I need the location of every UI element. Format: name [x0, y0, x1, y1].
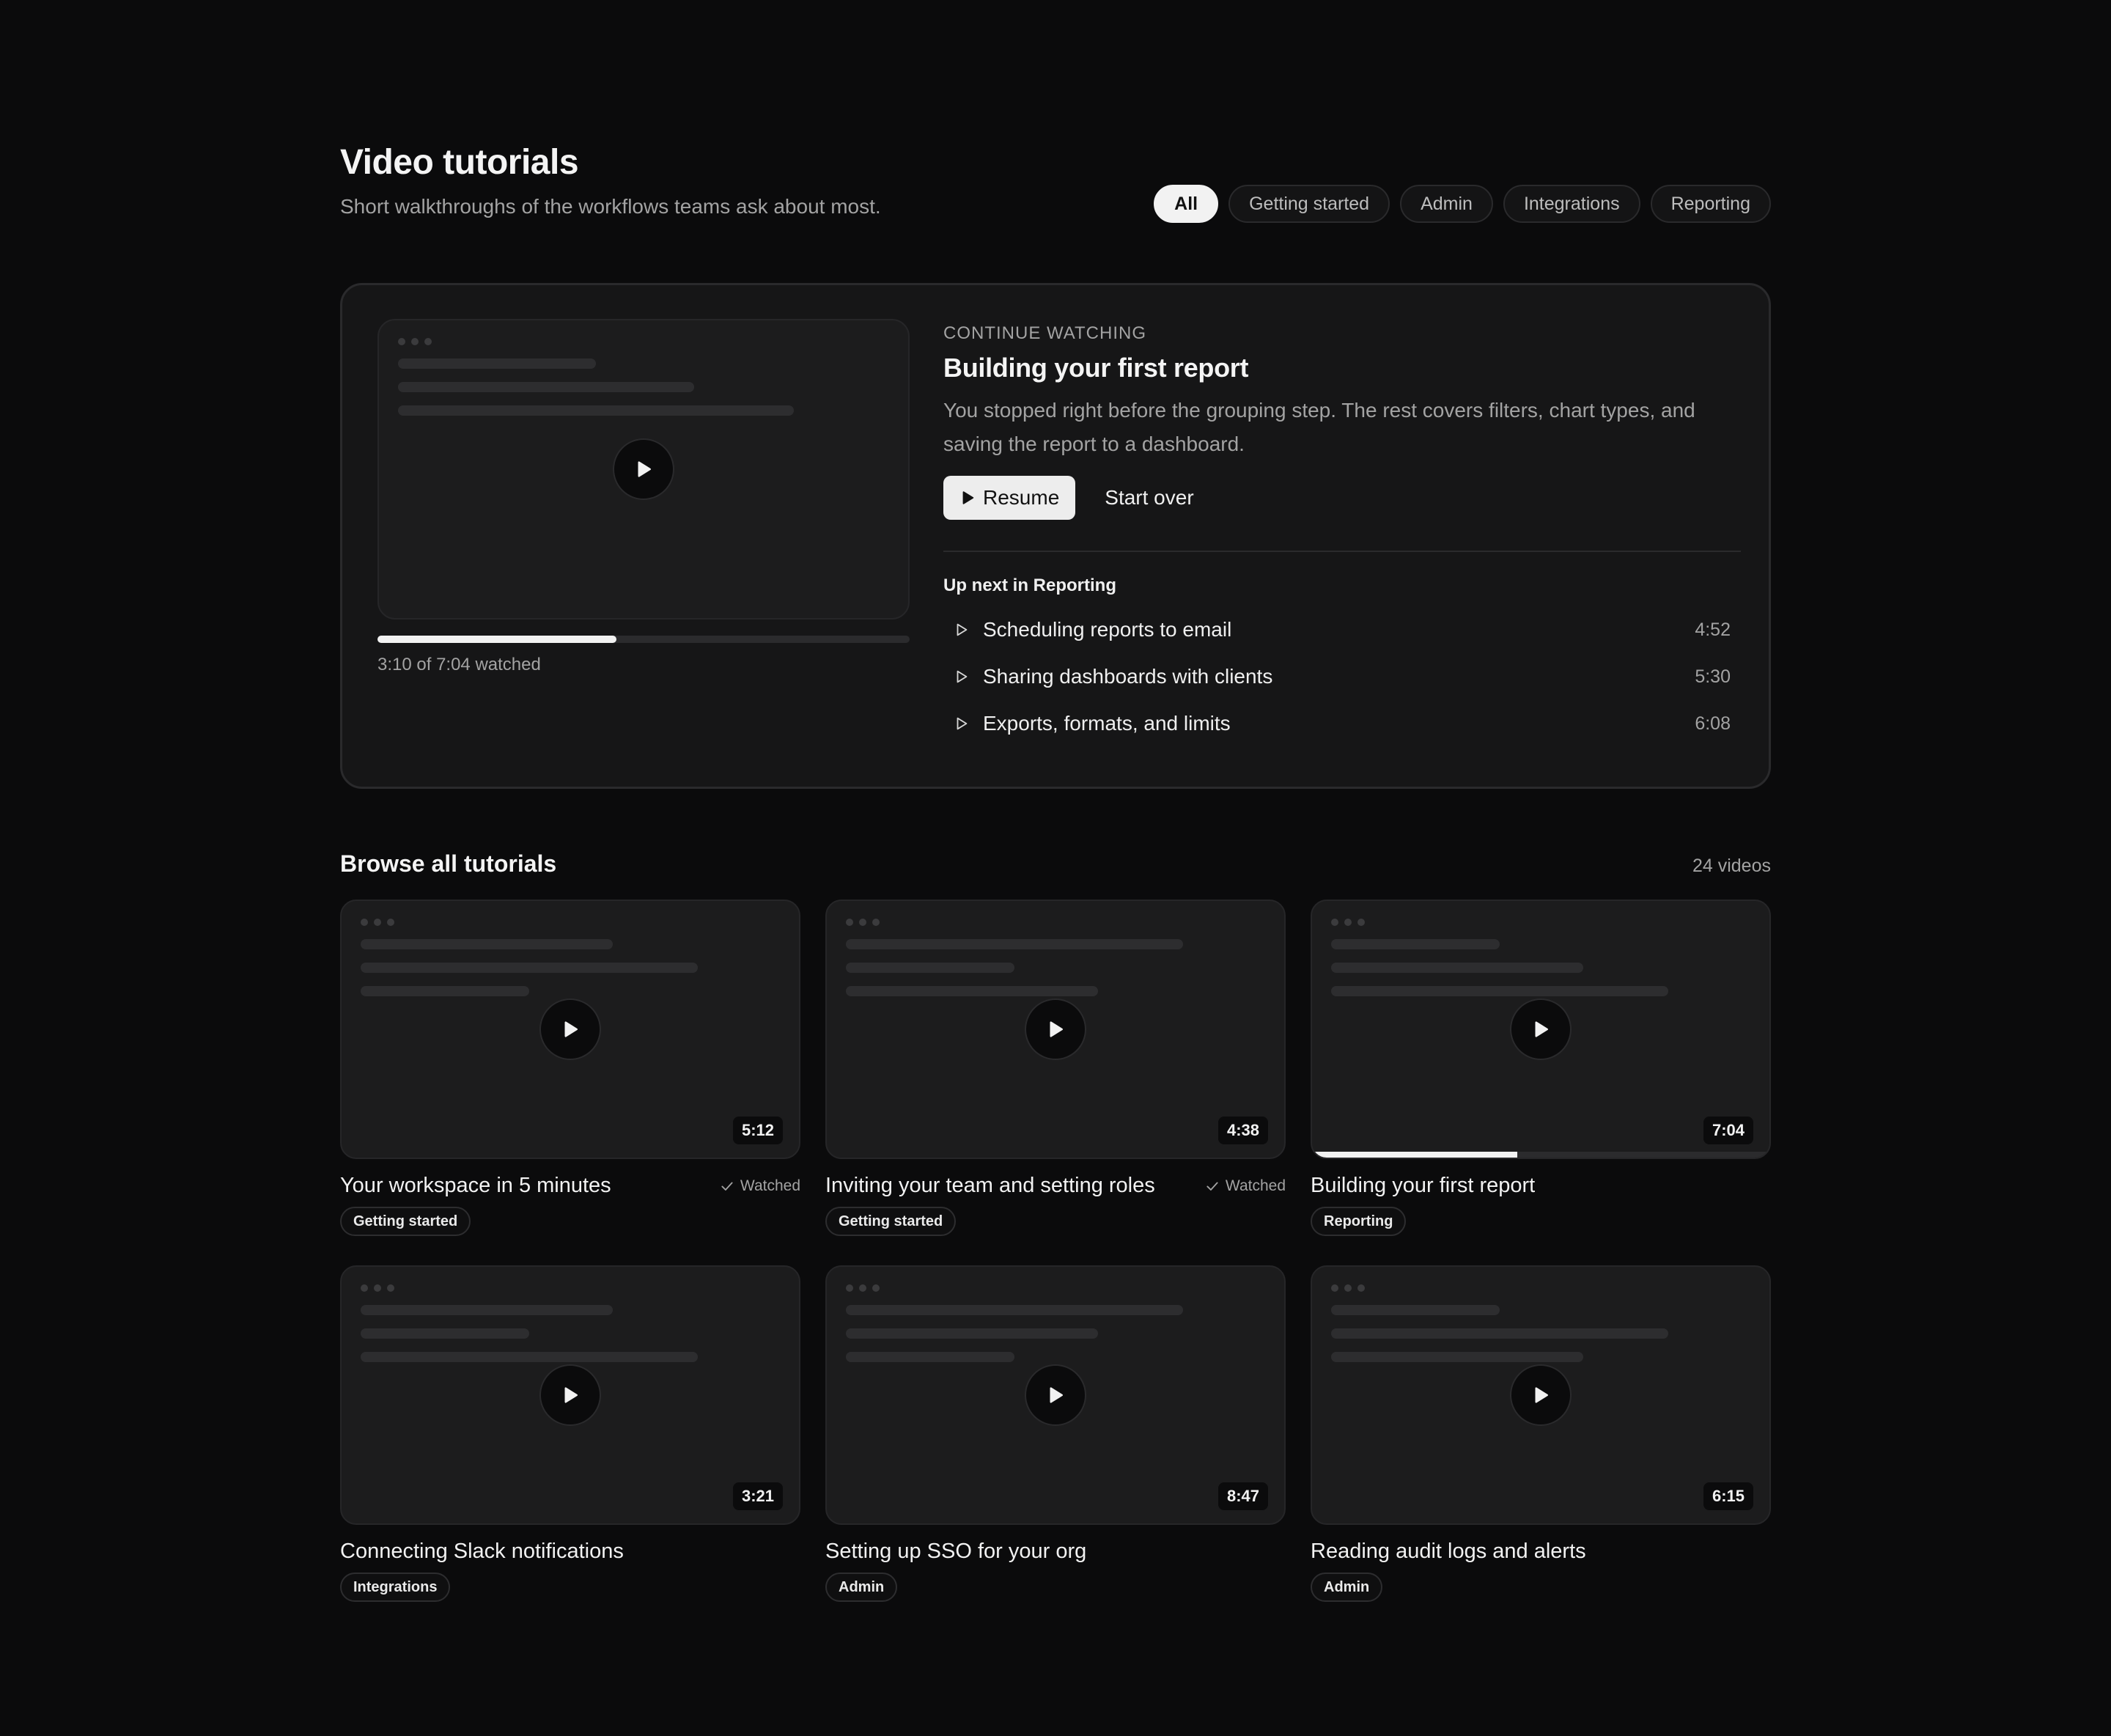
resume-button[interactable]: Resume [943, 476, 1076, 520]
video-count: 24 videos [1692, 856, 1771, 876]
tutorial-title: Reading audit logs and alerts [1311, 1540, 1586, 1563]
category-tag[interactable]: Getting started [340, 1207, 471, 1236]
continue-title: Building your first report [943, 353, 1249, 383]
start-over-button[interactable]: Start over [1105, 486, 1193, 510]
filter-chip-getting-started[interactable]: Getting started [1228, 185, 1390, 223]
category-tag[interactable]: Integrations [340, 1573, 451, 1602]
tutorial-grid: 5:12 Your workspace in 5 minutes Watched… [340, 900, 1771, 1602]
browse-title: Browse all tutorials [340, 850, 557, 877]
duration-badge: 5:12 [732, 1117, 783, 1144]
category-tag[interactable]: Reporting [1311, 1207, 1407, 1236]
duration-badge: 6:15 [1703, 1482, 1753, 1510]
tutorial-card[interactable]: 6:15 Reading audit logs and alerts Admin [1311, 1265, 1771, 1602]
watched-time: 3:10 of 7:04 watched [377, 655, 541, 674]
watch-progress-bar [377, 636, 910, 643]
video-thumbnail[interactable]: 6:15 [1311, 1265, 1771, 1525]
video-thumbnail[interactable]: 4:38 [825, 900, 1286, 1159]
category-tag[interactable]: Admin [825, 1573, 898, 1602]
tutorial-card[interactable]: 4:38 Inviting your team and setting role… [825, 900, 1286, 1236]
window-dots [1331, 919, 1365, 926]
tutorial-title: Inviting your team and setting roles [825, 1174, 1155, 1197]
play-icon[interactable] [613, 438, 674, 500]
continue-description: You stopped right before the grouping st… [943, 399, 1695, 455]
filter-chip-admin[interactable]: Admin [1400, 185, 1493, 223]
play-icon[interactable] [539, 1364, 601, 1426]
play-icon[interactable] [1025, 1364, 1086, 1426]
play-icon[interactable] [1025, 998, 1086, 1060]
watch-progress-fill [1312, 1152, 1518, 1158]
tutorial-title: Setting up SSO for your org [825, 1540, 1087, 1563]
watched-badge: Watched [720, 1177, 800, 1195]
video-thumbnail[interactable]: 3:21 [340, 1265, 800, 1525]
tutorial-title: Your workspace in 5 minutes [340, 1174, 611, 1197]
page: Video tutorials Short walkthroughs of th… [340, 0, 1771, 1602]
tutorial-title: Building your first report [1311, 1174, 1536, 1197]
browse-header: Browse all tutorials 24 videos [340, 850, 1771, 878]
video-thumbnail[interactable]: 7:04 [1311, 900, 1771, 1159]
up-next-list: Scheduling reports to email 4:52 Sharing… [943, 606, 1741, 747]
up-next-duration: 6:08 [1695, 713, 1731, 734]
duration-badge: 4:38 [1217, 1117, 1268, 1144]
page-title: Video tutorials [340, 143, 579, 182]
up-next-title: Scheduling reports to email [983, 618, 1232, 641]
window-dots [1331, 1284, 1365, 1292]
duration-badge: 3:21 [732, 1482, 783, 1510]
filter-chip-all[interactable]: All [1154, 185, 1219, 223]
category-tag[interactable]: Getting started [825, 1207, 957, 1236]
up-next-item[interactable]: Exports, formats, and limits 6:08 [943, 700, 1741, 747]
play-icon [962, 491, 974, 504]
up-next-heading: Up next in Reporting [943, 575, 1116, 595]
up-next-title: Sharing dashboards with clients [983, 665, 1273, 688]
play-outline-icon [954, 622, 973, 638]
category-tag[interactable]: Admin [1311, 1573, 1383, 1602]
divider [943, 551, 1741, 552]
up-next-duration: 5:30 [1695, 666, 1731, 687]
play-icon[interactable] [539, 998, 601, 1060]
continue-actions: Resume Start over [943, 476, 1741, 520]
window-dots [361, 1284, 394, 1292]
play-outline-icon [954, 669, 973, 685]
play-icon[interactable] [1510, 1364, 1572, 1426]
video-thumbnail[interactable]: 5:12 [340, 900, 800, 1159]
category-filters: All Getting started Admin Integrations R… [1154, 185, 1771, 223]
window-dots [398, 338, 432, 345]
video-thumbnail[interactable] [377, 319, 910, 619]
check-icon [721, 1182, 733, 1191]
tutorial-title: Connecting Slack notifications [340, 1540, 624, 1563]
continue-video-preview: 3:10 of 7:04 watched [377, 319, 910, 753]
up-next-item[interactable]: Sharing dashboards with clients 5:30 [943, 653, 1741, 700]
tutorial-card[interactable]: 8:47 Setting up SSO for your org Admin [825, 1265, 1286, 1602]
up-next-item[interactable]: Scheduling reports to email 4:52 [943, 606, 1741, 653]
window-dots [846, 919, 880, 926]
up-next-title: Exports, formats, and limits [983, 712, 1231, 735]
check-icon [1206, 1182, 1218, 1191]
watched-badge: Watched [1205, 1177, 1286, 1195]
video-thumbnail[interactable]: 8:47 [825, 1265, 1286, 1525]
resume-label: Resume [983, 486, 1060, 509]
watch-progress-fill [377, 636, 616, 643]
play-outline-icon [954, 716, 973, 732]
up-next-duration: 4:52 [1695, 619, 1731, 640]
duration-badge: 7:04 [1703, 1117, 1753, 1144]
continue-watching-card: 3:10 of 7:04 watched CONTINUE WATCHING B… [340, 283, 1771, 789]
continue-info: CONTINUE WATCHING Building your first re… [943, 319, 1741, 753]
watch-progress-bar [1312, 1152, 1769, 1158]
window-dots [846, 1284, 880, 1292]
duration-badge: 8:47 [1217, 1482, 1268, 1510]
filter-chip-reporting[interactable]: Reporting [1650, 185, 1771, 223]
play-icon[interactable] [1510, 998, 1572, 1060]
filter-chip-integrations[interactable]: Integrations [1503, 185, 1640, 223]
window-dots [361, 919, 394, 926]
tutorial-card[interactable]: 5:12 Your workspace in 5 minutes Watched… [340, 900, 800, 1236]
page-header: Video tutorials Short walkthroughs of th… [340, 139, 1771, 257]
continue-eyebrow: CONTINUE WATCHING [943, 323, 1146, 343]
tutorial-card[interactable]: 3:21 Connecting Slack notifications Inte… [340, 1265, 800, 1602]
tutorial-card[interactable]: 7:04 Building your first report Reportin… [1311, 900, 1771, 1236]
